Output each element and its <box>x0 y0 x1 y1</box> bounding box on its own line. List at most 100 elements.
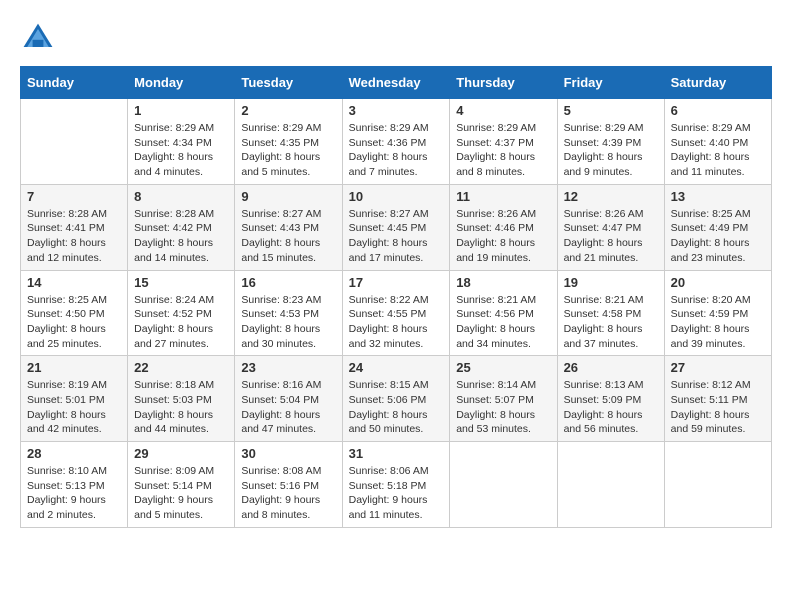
day-number: 30 <box>241 446 335 461</box>
calendar-cell: 21Sunrise: 8:19 AM Sunset: 5:01 PM Dayli… <box>21 356 128 442</box>
calendar-cell: 24 Sunrise: 8:15 AM Sunset: 5:06 PM Dayli… <box>342 356 450 442</box>
day-number: 20 <box>671 275 765 290</box>
day-info: Sunrise: 8:29 AM Sunset: 4:37 PM Dayligh… <box>456 121 550 180</box>
day-info: Sunrise: 8:18 AM Sunset: 5:03 PM Dayligh… <box>134 378 228 437</box>
calendar-cell: 17 Sunrise: 8:22 AM Sunset: 4:55 PM Dayli… <box>342 270 450 356</box>
calendar-cell: 11 Sunrise: 8:26 AM Sunset: 4:46 PM Dayli… <box>450 184 557 270</box>
day-info: Sunrise: 8:14 AM Sunset: 5:07 PM Dayligh… <box>456 378 550 437</box>
calendar-cell <box>664 442 771 528</box>
day-number: 1 <box>134 103 228 118</box>
calendar-cell: 23 Sunrise: 8:16 AM Sunset: 5:04 PM Dayli… <box>235 356 342 442</box>
calendar-cell: 3 Sunrise: 8:29 AM Sunset: 4:36 PM Daylig… <box>342 99 450 185</box>
day-info: Sunrise: 8:28 AM Sunset: 4:41 PM Dayligh… <box>27 207 121 266</box>
day-info: Sunrise: 8:08 AM Sunset: 5:16 PM Dayligh… <box>241 464 335 523</box>
calendar-cell: 29 Sunrise: 8:09 AM Sunset: 5:14 PM Dayli… <box>128 442 235 528</box>
day-info: Sunrise: 8:12 AM Sunset: 5:11 PM Dayligh… <box>671 378 765 437</box>
column-header-sunday: Sunday <box>21 67 128 99</box>
day-number: 11 <box>456 189 550 204</box>
day-info: Sunrise: 8:28 AM Sunset: 4:42 PM Dayligh… <box>134 207 228 266</box>
calendar-header-row: SundayMondayTuesdayWednesdayThursdayFrid… <box>21 67 772 99</box>
column-header-friday: Friday <box>557 67 664 99</box>
day-info: Sunrise: 8:25 AM Sunset: 4:49 PM Dayligh… <box>671 207 765 266</box>
day-number: 18 <box>456 275 550 290</box>
calendar-cell: 13 Sunrise: 8:25 AM Sunset: 4:49 PM Dayli… <box>664 184 771 270</box>
day-info: Sunrise: 8:21 AM Sunset: 4:58 PM Dayligh… <box>564 293 658 352</box>
calendar-cell: 2 Sunrise: 8:29 AM Sunset: 4:35 PM Daylig… <box>235 99 342 185</box>
logo-icon <box>20 20 56 56</box>
day-number: 25 <box>456 360 550 375</box>
day-number: 26 <box>564 360 658 375</box>
day-number: 17 <box>349 275 444 290</box>
day-number: 5 <box>564 103 658 118</box>
day-number: 29 <box>134 446 228 461</box>
logo <box>20 20 60 56</box>
day-number: 28 <box>27 446 121 461</box>
day-info: Sunrise: 8:26 AM Sunset: 4:47 PM Dayligh… <box>564 207 658 266</box>
calendar-cell <box>21 99 128 185</box>
page-header <box>20 20 772 56</box>
day-info: Sunrise: 8:27 AM Sunset: 4:45 PM Dayligh… <box>349 207 444 266</box>
calendar-week-5: 28 Sunrise: 8:10 AM Sunset: 5:13 PM Dayli… <box>21 442 772 528</box>
day-info: Sunrise: 8:29 AM Sunset: 4:36 PM Dayligh… <box>349 121 444 180</box>
calendar-cell: 7 Sunrise: 8:28 AM Sunset: 4:41 PM Daylig… <box>21 184 128 270</box>
calendar-cell: 28 Sunrise: 8:10 AM Sunset: 5:13 PM Dayli… <box>21 442 128 528</box>
column-header-saturday: Saturday <box>664 67 771 99</box>
calendar-cell <box>450 442 557 528</box>
day-number: 12 <box>564 189 658 204</box>
column-header-monday: Monday <box>128 67 235 99</box>
day-info: Sunrise: 8:13 AM Sunset: 5:09 PM Dayligh… <box>564 378 658 437</box>
day-number: 2 <box>241 103 335 118</box>
day-number: 24 <box>349 360 444 375</box>
day-number: 9 <box>241 189 335 204</box>
day-number: 19 <box>564 275 658 290</box>
calendar-cell: 4 Sunrise: 8:29 AM Sunset: 4:37 PM Daylig… <box>450 99 557 185</box>
day-number: 13 <box>671 189 765 204</box>
column-header-tuesday: Tuesday <box>235 67 342 99</box>
calendar-cell: 6 Sunrise: 8:29 AM Sunset: 4:40 PM Daylig… <box>664 99 771 185</box>
day-info: Sunrise: 8:06 AM Sunset: 5:18 PM Dayligh… <box>349 464 444 523</box>
calendar-cell: 9 Sunrise: 8:27 AM Sunset: 4:43 PM Daylig… <box>235 184 342 270</box>
day-info: Sunrise: 8:10 AM Sunset: 5:13 PM Dayligh… <box>27 464 121 523</box>
day-number: 15 <box>134 275 228 290</box>
calendar-cell: 12 Sunrise: 8:26 AM Sunset: 4:47 PM Dayli… <box>557 184 664 270</box>
column-header-thursday: Thursday <box>450 67 557 99</box>
day-number: 23 <box>241 360 335 375</box>
day-number: 8 <box>134 189 228 204</box>
day-number: 7 <box>27 189 121 204</box>
calendar-week-4: 21Sunrise: 8:19 AM Sunset: 5:01 PM Dayli… <box>21 356 772 442</box>
calendar-cell: 8 Sunrise: 8:28 AM Sunset: 4:42 PM Daylig… <box>128 184 235 270</box>
calendar-cell <box>557 442 664 528</box>
day-number: 16 <box>241 275 335 290</box>
calendar-cell: 20 Sunrise: 8:20 AM Sunset: 4:59 PM Dayli… <box>664 270 771 356</box>
day-info: Sunrise: 8:19 AM Sunset: 5:01 PM Dayligh… <box>27 378 121 437</box>
day-info: Sunrise: 8:23 AM Sunset: 4:53 PM Dayligh… <box>241 293 335 352</box>
day-info: Sunrise: 8:21 AM Sunset: 4:56 PM Dayligh… <box>456 293 550 352</box>
calendar-cell: 30 Sunrise: 8:08 AM Sunset: 5:16 PM Dayli… <box>235 442 342 528</box>
day-info: Sunrise: 8:26 AM Sunset: 4:46 PM Dayligh… <box>456 207 550 266</box>
day-number: 22 <box>134 360 228 375</box>
calendar-cell: 1 Sunrise: 8:29 AM Sunset: 4:34 PM Daylig… <box>128 99 235 185</box>
calendar-cell: 19 Sunrise: 8:21 AM Sunset: 4:58 PM Dayli… <box>557 270 664 356</box>
day-info: Sunrise: 8:15 AM Sunset: 5:06 PM Dayligh… <box>349 378 444 437</box>
day-info: Sunrise: 8:16 AM Sunset: 5:04 PM Dayligh… <box>241 378 335 437</box>
calendar-cell: 18 Sunrise: 8:21 AM Sunset: 4:56 PM Dayli… <box>450 270 557 356</box>
calendar-cell: 14Sunrise: 8:25 AM Sunset: 4:50 PM Dayli… <box>21 270 128 356</box>
day-number: 3 <box>349 103 444 118</box>
day-info: Sunrise: 8:29 AM Sunset: 4:40 PM Dayligh… <box>671 121 765 180</box>
day-number: 10 <box>349 189 444 204</box>
calendar-table: SundayMondayTuesdayWednesdayThursdayFrid… <box>20 66 772 528</box>
day-info: Sunrise: 8:22 AM Sunset: 4:55 PM Dayligh… <box>349 293 444 352</box>
calendar-week-1: 1 Sunrise: 8:29 AM Sunset: 4:34 PM Daylig… <box>21 99 772 185</box>
calendar-cell: 15 Sunrise: 8:24 AM Sunset: 4:52 PM Dayli… <box>128 270 235 356</box>
calendar-cell: 5Sunrise: 8:29 AM Sunset: 4:39 PM Daylig… <box>557 99 664 185</box>
day-number: 4 <box>456 103 550 118</box>
day-info: Sunrise: 8:29 AM Sunset: 4:35 PM Dayligh… <box>241 121 335 180</box>
day-number: 6 <box>671 103 765 118</box>
day-info: Sunrise: 8:27 AM Sunset: 4:43 PM Dayligh… <box>241 207 335 266</box>
calendar-cell: 16 Sunrise: 8:23 AM Sunset: 4:53 PM Dayli… <box>235 270 342 356</box>
day-info: Sunrise: 8:24 AM Sunset: 4:52 PM Dayligh… <box>134 293 228 352</box>
day-info: Sunrise: 8:20 AM Sunset: 4:59 PM Dayligh… <box>671 293 765 352</box>
column-header-wednesday: Wednesday <box>342 67 450 99</box>
day-info: Sunrise: 8:09 AM Sunset: 5:14 PM Dayligh… <box>134 464 228 523</box>
day-info: Sunrise: 8:29 AM Sunset: 4:34 PM Dayligh… <box>134 121 228 180</box>
